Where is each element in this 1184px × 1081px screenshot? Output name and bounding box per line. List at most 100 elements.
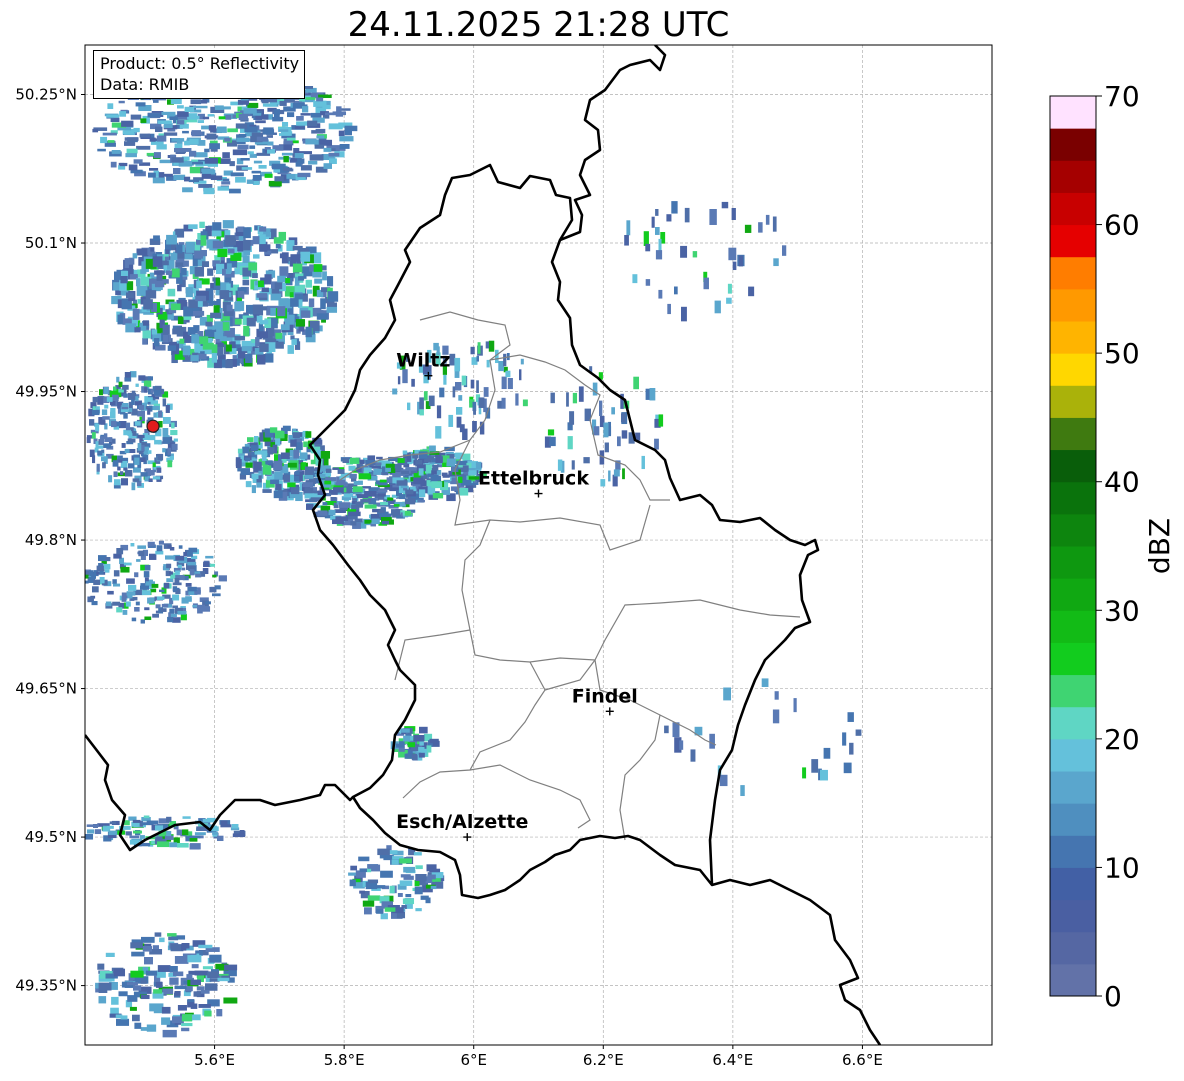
echo-cell bbox=[258, 280, 264, 288]
echo-cell bbox=[210, 312, 221, 319]
echo-cell bbox=[243, 325, 250, 337]
echo-cell bbox=[320, 451, 331, 459]
echo-cell bbox=[182, 130, 189, 134]
echo-cell bbox=[339, 144, 350, 149]
echo-cell bbox=[600, 479, 606, 487]
echo-cell bbox=[126, 148, 138, 154]
echo-cell bbox=[173, 971, 184, 977]
echo-cell bbox=[118, 991, 128, 997]
echo-cell bbox=[148, 478, 153, 483]
echo-cell bbox=[124, 141, 136, 146]
echo-cell bbox=[101, 456, 108, 462]
echo-cell bbox=[181, 1027, 190, 1032]
echo-cell bbox=[632, 274, 638, 284]
echo-cell bbox=[222, 220, 234, 229]
lat-tick-label: 50.25°N bbox=[15, 86, 77, 104]
echo-cell bbox=[146, 397, 153, 402]
echo-cell bbox=[157, 841, 170, 848]
echo-cell bbox=[131, 951, 145, 957]
colorbar-bin bbox=[1050, 931, 1096, 965]
echo-cell bbox=[181, 597, 189, 604]
echo-cell bbox=[267, 141, 274, 146]
echo-cell bbox=[187, 327, 196, 335]
echo-cell bbox=[401, 470, 410, 475]
echo-cell bbox=[199, 336, 209, 345]
echo-cell bbox=[324, 480, 332, 485]
echo-cell bbox=[389, 885, 395, 894]
echo-cell bbox=[148, 434, 156, 441]
echo-cell bbox=[407, 402, 411, 411]
echo-cell bbox=[122, 384, 129, 390]
echo-cell bbox=[144, 957, 153, 965]
echo-cell bbox=[105, 557, 111, 562]
echo-cell bbox=[203, 561, 210, 567]
echo-cell bbox=[162, 437, 170, 444]
echo-cell bbox=[305, 97, 316, 100]
echo-cell bbox=[626, 220, 631, 236]
echo-cell bbox=[178, 545, 183, 549]
echo-cell bbox=[189, 838, 198, 842]
echo-cell bbox=[446, 458, 456, 464]
echo-cell bbox=[316, 313, 328, 320]
lon-tick-label: 6.4°E bbox=[712, 1051, 753, 1069]
echo-cell bbox=[158, 172, 165, 178]
echo-cell bbox=[403, 866, 415, 873]
echo-cell bbox=[194, 266, 205, 277]
echo-cell bbox=[157, 314, 168, 320]
echo-cell bbox=[152, 476, 161, 480]
echo-cell bbox=[298, 299, 303, 308]
echo-cell bbox=[98, 996, 107, 1004]
echo-cell bbox=[235, 123, 248, 129]
echo-cell bbox=[277, 306, 286, 317]
colorbar-bin bbox=[1050, 192, 1096, 226]
lat-tick-label: 50.1°N bbox=[25, 234, 77, 252]
echo-cell bbox=[740, 785, 745, 797]
echo-cell bbox=[149, 553, 157, 560]
echo-cell bbox=[379, 514, 391, 518]
echo-cell bbox=[357, 494, 369, 499]
echo-cell bbox=[684, 207, 690, 223]
echo-cell bbox=[114, 479, 121, 486]
echo-cell bbox=[196, 280, 202, 289]
echo-cell bbox=[381, 520, 390, 525]
city-label: Esch/Alzette bbox=[396, 811, 528, 833]
echo-cell bbox=[106, 397, 113, 402]
echo-cell bbox=[245, 354, 253, 363]
city-label: Wiltz bbox=[396, 350, 450, 372]
echo-cell bbox=[245, 462, 253, 468]
echo-cell bbox=[173, 438, 178, 442]
echo-cell bbox=[148, 172, 156, 178]
echo-cell bbox=[128, 463, 135, 469]
echo-cell bbox=[184, 106, 195, 112]
echo-cell bbox=[158, 410, 163, 418]
echo-cell bbox=[103, 443, 112, 449]
echo-cell bbox=[163, 417, 171, 424]
echo-cell bbox=[130, 114, 142, 120]
colorbar-tick-label: 20 bbox=[1104, 723, 1140, 756]
echo-cell bbox=[225, 344, 232, 352]
echo-cell bbox=[272, 116, 284, 122]
echo-cell bbox=[136, 559, 141, 562]
echo-cell bbox=[184, 140, 190, 146]
echo-cell bbox=[188, 179, 200, 183]
echo-cell bbox=[140, 619, 145, 624]
echo-cell bbox=[444, 446, 455, 452]
echo-cell bbox=[140, 472, 148, 477]
echo-cell bbox=[111, 996, 119, 1005]
echo-cell bbox=[104, 404, 109, 409]
echo-cell bbox=[337, 469, 345, 474]
echo-cell bbox=[207, 114, 215, 117]
echo-cell bbox=[714, 300, 721, 314]
echo-cell bbox=[101, 409, 108, 416]
echo-cell bbox=[567, 436, 573, 450]
echo-cell bbox=[301, 310, 311, 318]
echo-cell bbox=[279, 266, 289, 277]
echo-cell bbox=[142, 946, 153, 952]
echo-cell bbox=[191, 334, 200, 344]
echo-cell bbox=[170, 430, 178, 436]
echo-cell bbox=[333, 487, 344, 493]
echo-cell bbox=[187, 955, 202, 963]
echo-cell bbox=[166, 816, 172, 822]
echo-cell bbox=[641, 455, 645, 470]
echo-cell bbox=[849, 742, 854, 755]
